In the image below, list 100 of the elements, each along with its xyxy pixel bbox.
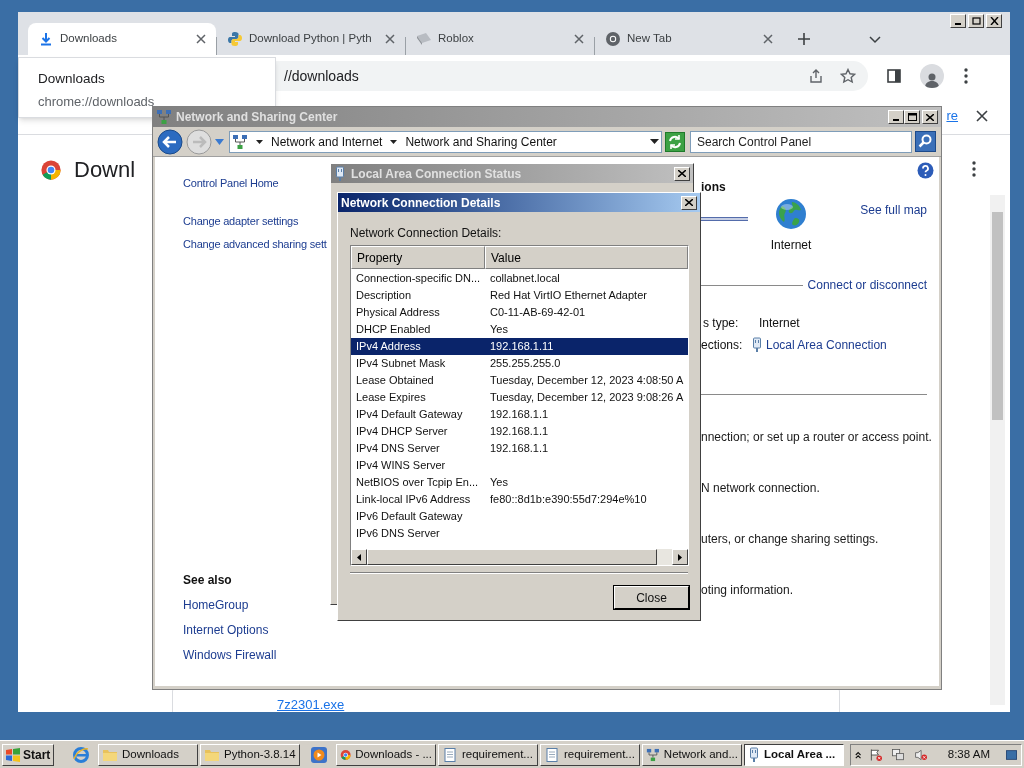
- connection-link[interactable]: Local Area Connection: [766, 336, 887, 354]
- see-also-link[interactable]: HomeGroup: [183, 596, 331, 614]
- browser-tab[interactable]: Roblox: [406, 23, 594, 55]
- table-cell-text: Description: [355, 288, 413, 304]
- caret-icon[interactable]: [256, 139, 263, 144]
- taskbar-button[interactable]: requirement...: [540, 743, 640, 766]
- plug-icon: [334, 165, 346, 182]
- taskbar-button[interactable]: Network and...: [642, 743, 742, 766]
- chevron-up-icon[interactable]: [855, 749, 862, 760]
- table-cell-text: Tuesday, December 12, 2023 4:08:50 A: [489, 373, 684, 389]
- notepad-icon: [544, 746, 560, 763]
- share-icon[interactable]: [808, 68, 824, 84]
- chrome-logo: [40, 158, 62, 181]
- close-button[interactable]: [674, 166, 690, 181]
- close-icon[interactable]: [976, 109, 988, 122]
- connect-link[interactable]: Connect or disconnect: [807, 276, 927, 294]
- more-icon[interactable]: [964, 68, 968, 84]
- browser-e-icon[interactable]: [72, 745, 90, 764]
- sidebar-link[interactable]: Control Panel Home: [183, 175, 331, 192]
- dropdown-icon[interactable]: [650, 139, 659, 144]
- play-icon[interactable]: [310, 745, 328, 764]
- task-description: uters, or change sharing settings.: [701, 531, 880, 545]
- scrollbar[interactable]: [990, 195, 1005, 705]
- close-button[interactable]: [922, 110, 938, 124]
- table-cell-text: Lease Obtained: [355, 373, 435, 389]
- see-also-heading: See also: [183, 572, 233, 589]
- more-icon[interactable]: [972, 161, 976, 177]
- browser-tab[interactable]: Download Python | Pyth: [217, 23, 405, 55]
- plug-icon: [748, 746, 760, 763]
- chevron-down-icon[interactable]: [869, 36, 881, 44]
- back-button[interactable]: [157, 128, 183, 155]
- python-icon: [227, 31, 243, 47]
- table-cell-text: 192.168.1.1: [489, 407, 549, 423]
- taskbar-button[interactable]: Local Area ...: [744, 743, 844, 766]
- file-link[interactable]: 7z2301.exe: [277, 695, 345, 712]
- tile-icon: [416, 31, 432, 47]
- close-button[interactable]: Close: [614, 586, 689, 609]
- taskbar-button[interactable]: Downloads: [98, 743, 198, 766]
- close-icon[interactable]: [196, 34, 206, 44]
- left-arrow-icon[interactable]: [357, 553, 361, 561]
- table-cell-text: Link-local IPv6 Address: [355, 492, 472, 508]
- show-desktop-icon[interactable]: [1005, 748, 1017, 761]
- table-cell-text: 255.255.255.0: [489, 356, 561, 372]
- taskbar-button[interactable]: Python-3.8.14: [200, 743, 300, 766]
- table-cell-text: IPv4 DNS Server: [355, 441, 441, 457]
- sidebar-link[interactable]: Change adapter settings: [183, 212, 331, 229]
- clock: 8:38 AM: [947, 746, 990, 762]
- table-cell-text: Red Hat VirtIO Ethernet Adapter: [489, 288, 647, 304]
- breadcrumb-item[interactable]: Network and Internet: [271, 132, 383, 151]
- column-header[interactable]: Property: [351, 246, 485, 269]
- tooltip-url: chrome://downloads: [38, 93, 156, 112]
- table-cell-text: IPv4 DHCP Server: [355, 424, 449, 440]
- field-label: s type:: [702, 315, 740, 332]
- close-icon[interactable]: [685, 199, 693, 206]
- right-arrow-icon[interactable]: [678, 553, 682, 561]
- column-header[interactable]: Value: [485, 246, 688, 269]
- horizontal-scrollbar[interactable]: [351, 549, 688, 565]
- address-bar[interactable]: Network and Internet Network and Sharing Center: [229, 130, 662, 153]
- close-icon[interactable]: [678, 170, 686, 177]
- table-cell-text: C0-11-AB-69-42-01: [489, 305, 586, 321]
- search-button[interactable]: [915, 131, 936, 152]
- see-also-link[interactable]: Internet Options: [183, 621, 331, 639]
- flag-icon[interactable]: [869, 746, 884, 763]
- help-icon[interactable]: [917, 162, 934, 179]
- table-cell-text: IPv6 Default Gateway: [355, 509, 464, 525]
- browser-tab[interactable]: New Tab: [595, 23, 783, 55]
- close-button[interactable]: [681, 195, 697, 210]
- notepad-icon: [442, 746, 458, 763]
- breadcrumb-item[interactable]: Network and Sharing Center: [405, 132, 557, 151]
- close-icon[interactable]: [926, 113, 934, 121]
- start-button[interactable]: Start: [2, 743, 54, 766]
- taskbar-button[interactable]: requirement...: [438, 743, 538, 766]
- learn-more-link[interactable]: re: [946, 105, 958, 126]
- network-icon: [646, 746, 660, 763]
- browser-tab[interactable]: Downloads: [28, 23, 216, 55]
- network-icon: [156, 109, 172, 125]
- profile-avatar[interactable]: [920, 64, 944, 88]
- globe-icon: [775, 198, 807, 230]
- table-cell-text: Lease Expires: [355, 390, 427, 406]
- see-full-map-link[interactable]: See full map: [860, 201, 927, 219]
- table-cell-text: DHCP Enabled: [355, 322, 432, 338]
- list-row[interactable]: IPv4 Address 192.168.1.11: [351, 338, 688, 355]
- new-tab-icon[interactable]: [797, 32, 811, 46]
- side-panel-icon[interactable]: [886, 68, 902, 84]
- table-cell-text: IPv6 DNS Server: [355, 526, 441, 542]
- network-status-icon[interactable]: [891, 746, 906, 763]
- see-also-link[interactable]: Windows Firewall: [183, 646, 331, 664]
- search-field[interactable]: Search Control Panel: [690, 130, 912, 153]
- refresh-button[interactable]: [665, 131, 685, 152]
- table-cell-text: IPv4 Subnet Mask: [355, 356, 447, 372]
- star-icon[interactable]: [840, 68, 856, 84]
- table-cell-text: 192.168.1.1: [489, 441, 549, 457]
- section-heading: ions: [701, 179, 726, 196]
- task-description: nnection; or set up a router or access point.: [701, 429, 933, 443]
- table-cell-text: fe80::8d1b:e390:55d7:294e%10: [489, 492, 647, 508]
- window-title: Local Area Connection Status: [351, 165, 523, 183]
- tooltip-title: Downloads: [38, 70, 106, 88]
- sidebar-link[interactable]: Change advanced sharing sett: [183, 236, 331, 253]
- taskbar-button[interactable]: Downloads - ...: [336, 743, 436, 766]
- caret-icon[interactable]: [390, 139, 398, 144]
